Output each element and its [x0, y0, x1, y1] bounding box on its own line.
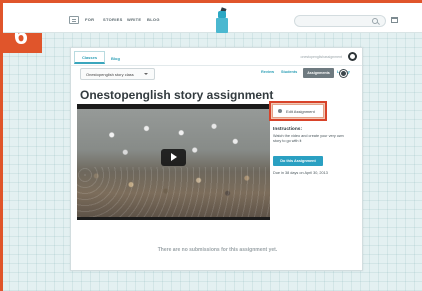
topbar: FOR STORIES WRITE BLOG — [3, 3, 422, 33]
page-title: Onestopenglish story assignment — [80, 88, 274, 102]
chevron-down-icon — [144, 73, 148, 75]
mascot-head — [218, 11, 226, 18]
assignment-card: Classes Blog onestopenglishassignment On… — [70, 47, 363, 271]
search-input[interactable] — [294, 15, 386, 27]
nav-write[interactable]: WRITE — [127, 17, 141, 22]
play-button[interactable] — [161, 149, 186, 166]
instructions-title: Instructions: — [273, 127, 303, 132]
cart-icon[interactable] — [391, 17, 398, 23]
subnav-review[interactable]: Review — [261, 70, 274, 74]
video-player[interactable] — [77, 104, 270, 220]
logo-icon[interactable] — [69, 16, 79, 24]
subnav-students[interactable]: Students — [281, 70, 297, 74]
play-icon — [171, 153, 177, 161]
nav-blog[interactable]: BLOG — [147, 17, 160, 22]
settings-icon[interactable] — [341, 71, 346, 76]
subnav-assignments[interactable]: Assignments — [303, 68, 334, 78]
edit-assignment-button[interactable]: Edit Assignment — [272, 104, 324, 118]
class-select[interactable]: Onestopenglish story class — [80, 68, 155, 80]
edit-assignment-label: Edit Assignment — [286, 108, 315, 114]
do-assignment-button[interactable]: Do this Assignment — [273, 156, 323, 166]
search-icon[interactable] — [372, 18, 378, 24]
due-date: Due in 38 days on April 30, 2013 — [273, 171, 328, 175]
nav-stories[interactable]: STORIES — [103, 17, 123, 22]
instructions-text: Watch the video and create your very own… — [273, 134, 344, 143]
empty-submissions-message: There are no submissions for this assign… — [157, 247, 278, 253]
class-select-value: Onestopenglish story class — [86, 71, 134, 77]
tab-blog[interactable]: Blog — [111, 56, 120, 61]
tab-classes[interactable]: Classes — [74, 51, 105, 64]
mascot-body — [216, 18, 228, 33]
username[interactable]: onestopenglishassignment — [301, 55, 342, 59]
edit-icon — [278, 109, 282, 113]
tab-divider — [71, 65, 362, 66]
mascot-icon[interactable] — [214, 7, 230, 33]
user-avatar-icon[interactable] — [348, 52, 357, 61]
nav-for[interactable]: FOR — [85, 17, 94, 22]
